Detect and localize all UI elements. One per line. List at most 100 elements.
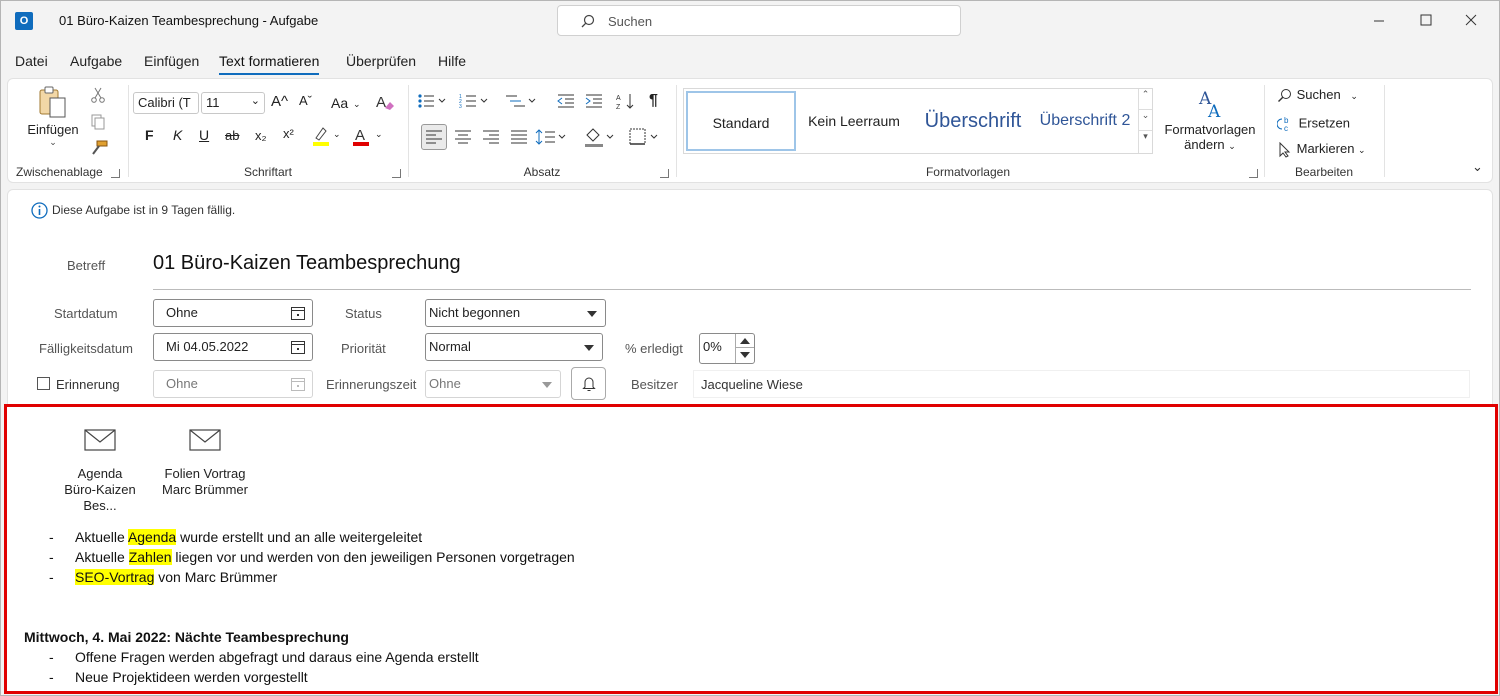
dialog-launcher-icon[interactable] (660, 169, 669, 178)
change-case-button[interactable]: Aa (331, 95, 348, 111)
gallery-more-icon[interactable]: ▾ (1139, 131, 1152, 151)
list-item-text: wurde erstellt und an alle weitergeleite… (176, 529, 423, 545)
bold-button[interactable]: F (145, 127, 154, 143)
spin-up-button[interactable] (736, 334, 754, 348)
paragraph-group-label: Absatz (523, 165, 561, 179)
chevron-down-icon[interactable]: ⌄ (1139, 110, 1152, 131)
maximize-button[interactable] (1402, 1, 1448, 41)
numbering-button[interactable]: 123 (459, 93, 491, 112)
search-icon (1278, 88, 1291, 102)
status-label: Status (345, 306, 382, 321)
style-ueberschrift-2[interactable]: Überschrift 2 (1034, 91, 1136, 151)
find-button[interactable]: Suchen ⌄ (1277, 87, 1358, 104)
align-left-button[interactable] (421, 124, 447, 150)
percent-label: % erledigt (625, 341, 683, 356)
dialog-launcher-icon[interactable] (392, 169, 401, 178)
svg-text:A: A (376, 94, 386, 111)
calendar-icon[interactable] (290, 339, 306, 355)
reminder-sound-button[interactable] (571, 367, 606, 400)
svg-text:3: 3 (459, 104, 462, 109)
subscript-button[interactable]: x₂ (255, 128, 267, 143)
sort-button[interactable]: AZ (615, 92, 635, 113)
line-spacing-button[interactable] (535, 125, 569, 152)
align-left-icon (426, 130, 442, 144)
task-body-editor[interactable]: Agenda Büro-Kaizen Bes... Folien Vortrag… (4, 404, 1498, 694)
tab-hilfe[interactable]: Hilfe (438, 53, 466, 69)
clear-formatting-button[interactable]: A (375, 92, 395, 115)
align-center-button[interactable] (451, 125, 475, 152)
bullets-button[interactable] (417, 93, 449, 112)
font-color-button[interactable]: A (351, 125, 371, 150)
superscript-button[interactable]: x² (283, 126, 294, 141)
shading-button[interactable] (583, 125, 617, 152)
font-size-select[interactable]: 11 ⌄ (201, 92, 265, 114)
grow-font-button[interactable]: A^ (271, 93, 288, 110)
priority-select[interactable]: Normal (425, 333, 603, 361)
due-date-label: Fälligkeitsdatum (39, 341, 133, 356)
cut-button[interactable] (90, 87, 106, 106)
tab-text-formatieren[interactable]: Text formatieren (219, 53, 320, 75)
strikethrough-button[interactable]: ab (225, 128, 239, 143)
copy-button[interactable] (90, 114, 106, 133)
style-ueberschrift[interactable]: Überschrift (914, 91, 1032, 151)
title-bar: O 01 Büro-Kaizen Teambesprechung - Aufga… (1, 1, 1499, 41)
tab-ueberpruefen[interactable]: Überprüfen (346, 53, 416, 69)
styles-gallery: Standard Kein Leerraum Überschrift Übers… (683, 88, 1153, 154)
format-painter-button[interactable] (90, 140, 108, 159)
replace-button[interactable]: bc Ersetzen (1276, 115, 1350, 133)
dialog-launcher-icon[interactable] (1249, 169, 1258, 178)
justify-button[interactable] (507, 125, 531, 152)
gallery-scroll[interactable]: ⌃ ⌄ ▾ (1138, 89, 1152, 153)
subject-label: Betreff (67, 258, 106, 273)
tab-aufgabe[interactable]: Aufgabe (70, 53, 122, 69)
percent-spinner[interactable]: 0% (699, 333, 755, 364)
multilevel-list-button[interactable] (505, 93, 539, 112)
percent-value: 0% (703, 339, 722, 354)
underline-button[interactable]: U (199, 127, 209, 143)
scissors-icon (91, 87, 105, 103)
close-button[interactable] (1448, 1, 1494, 41)
attachment-agenda-line2: Büro-Kaizen Bes... (64, 482, 136, 513)
spin-down-button[interactable] (736, 348, 754, 362)
reminder-time-select: Ohne (425, 370, 561, 398)
due-date-field[interactable]: Mi 04.05.2022 (153, 333, 313, 361)
shrink-font-button[interactable]: Aˇ (299, 93, 312, 108)
chevron-down-icon (740, 352, 750, 358)
chevron-up-icon[interactable]: ⌃ (1139, 89, 1152, 110)
increase-indent-button[interactable] (585, 93, 603, 112)
dialog-launcher-icon[interactable] (111, 169, 120, 178)
styles-icon: AA (1198, 89, 1221, 122)
align-right-button[interactable] (479, 125, 503, 152)
dropdown-arrow-icon (542, 382, 552, 388)
attachment-folien[interactable]: Folien Vortrag Marc Brümmer (155, 429, 255, 498)
paste-button[interactable]: Einfügen ⌄ (26, 85, 80, 153)
search-box[interactable]: Suchen (557, 5, 961, 36)
font-name-select[interactable]: Calibri (T (133, 92, 199, 114)
minimize-button[interactable] (1356, 1, 1402, 41)
borders-icon (629, 128, 658, 145)
attachment-agenda[interactable]: Agenda Büro-Kaizen Bes... (47, 429, 153, 514)
status-select[interactable]: Nicht begonnen (425, 299, 606, 327)
style-standard[interactable]: Standard (686, 91, 796, 151)
find-label: Suchen (1296, 87, 1341, 102)
collapse-ribbon-button[interactable]: ⌄ (1472, 159, 1483, 175)
change-styles-button[interactable]: AA Formatvorlagen ändern ⌄ (1158, 87, 1262, 154)
decrease-indent-button[interactable] (557, 93, 575, 112)
select-button[interactable]: Markieren ⌄ (1277, 141, 1366, 158)
highlight-button[interactable] (311, 125, 331, 150)
font-group: Calibri (T 11 ⌄ A^ Aˇ Aa ⌄ A F K U ab x₂ … (129, 79, 407, 182)
borders-button[interactable] (627, 125, 661, 152)
italic-button[interactable]: K (173, 127, 182, 143)
subject-input[interactable]: 01 Büro-Kaizen Teambesprechung (153, 252, 461, 275)
calendar-icon[interactable] (290, 305, 306, 321)
tab-datei[interactable]: Datei (15, 53, 48, 69)
owner-label: Besitzer (631, 377, 678, 392)
list-item-text: Aktuelle (75, 549, 129, 565)
start-date-field[interactable]: Ohne (153, 299, 313, 327)
reminder-date-field: Ohne (153, 370, 313, 398)
reminder-checkbox[interactable] (37, 377, 50, 390)
style-kein-leerraum[interactable]: Kein Leerraum (802, 91, 906, 151)
tab-einfuegen[interactable]: Einfügen (144, 53, 199, 69)
show-formatting-button[interactable]: ¶ (649, 92, 658, 110)
search-icon (581, 14, 595, 28)
